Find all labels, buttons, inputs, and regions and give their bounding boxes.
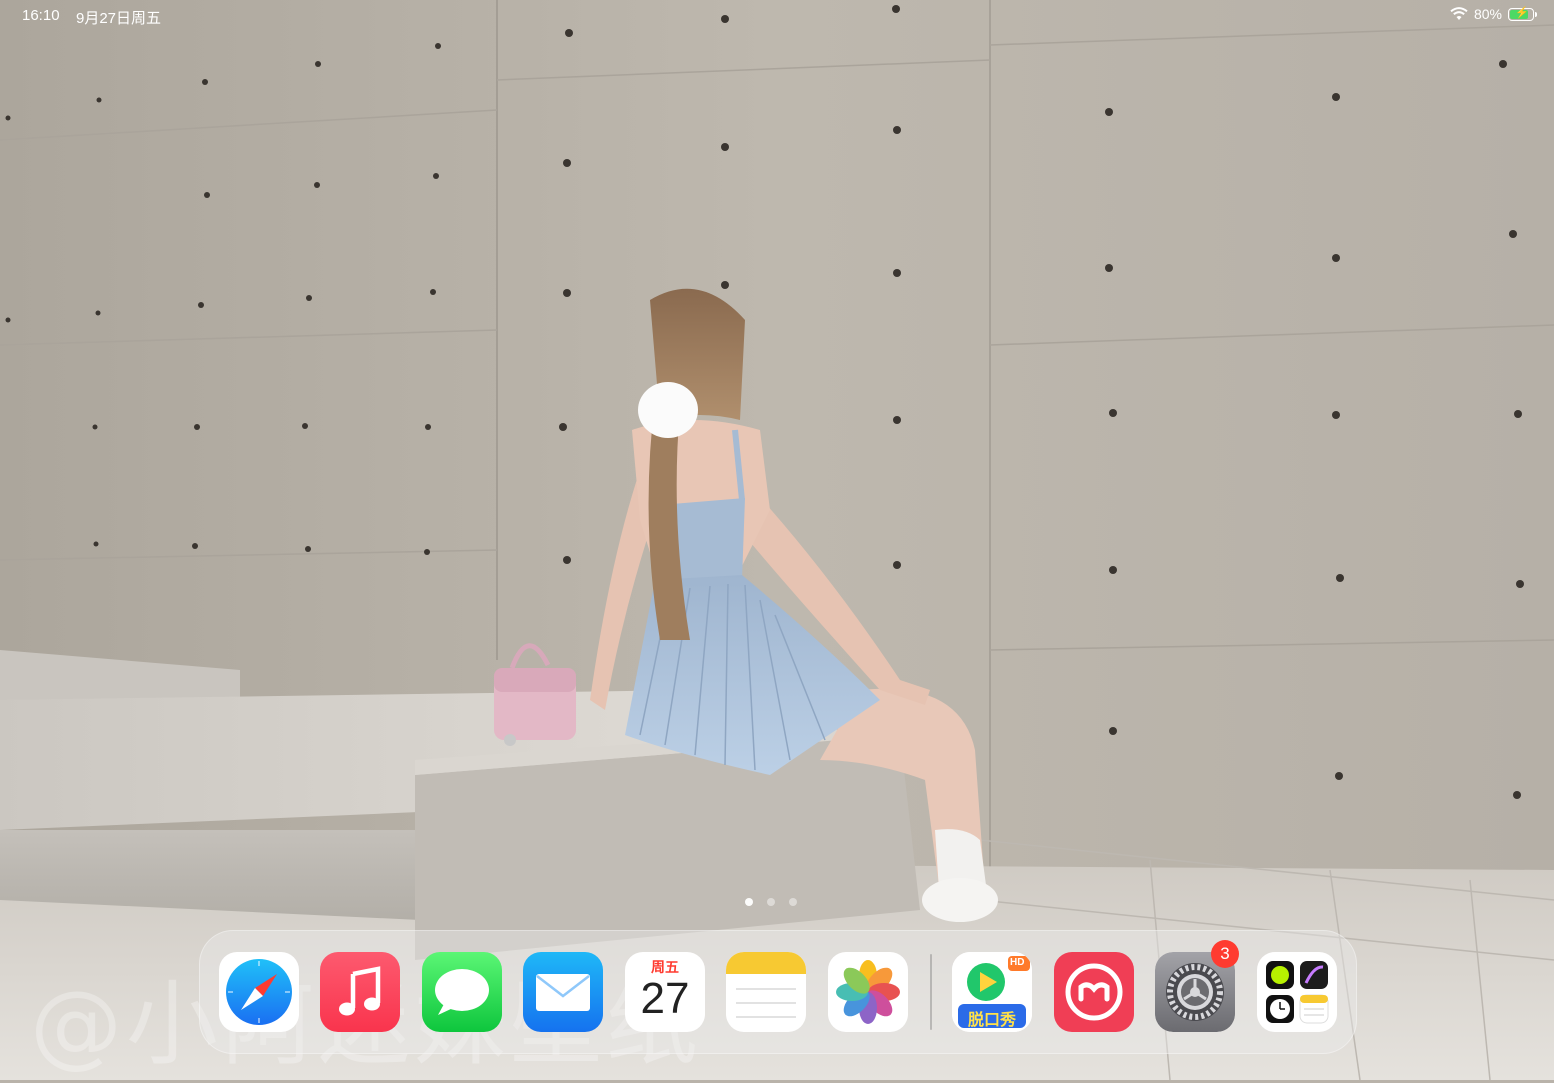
battery-charging-icon: ⚡ [1508, 6, 1537, 21]
meitu-icon [1054, 952, 1134, 1032]
dock: 周五 27 HD 脱口秀 3 [199, 930, 1357, 1054]
page-dot[interactable] [789, 898, 797, 906]
status-date: 9月27日周五 [76, 10, 162, 27]
talkshow-hd-label: HD [1010, 957, 1025, 968]
dock-divider [930, 954, 932, 1030]
dock-app-calendar[interactable]: 周五 27 [625, 952, 705, 1032]
app-library-icon [1266, 961, 1329, 1024]
page-dot[interactable] [767, 898, 775, 906]
status-time: 16:10 [22, 7, 60, 24]
speech-bubble-icon [422, 952, 502, 1032]
notes-line [736, 1016, 796, 1018]
talkshow-label: 脱口秀 [967, 1012, 1016, 1029]
compass-icon [226, 959, 292, 1025]
dock-app-safari[interactable] [219, 952, 299, 1032]
page-indicator[interactable] [745, 898, 797, 906]
settings-notification-badge: 3 [1211, 940, 1239, 968]
status-indicators: 80% ⚡ [1450, 6, 1537, 22]
dock-app-settings[interactable]: 3 [1155, 940, 1239, 1032]
dock-app-photos[interactable] [828, 952, 908, 1032]
status-bar: 16:10 9月27日周五 80% ⚡ [0, 0, 1554, 32]
battery-percent: 80% [1473, 6, 1502, 22]
notes-line [736, 988, 796, 990]
page-dot[interactable] [745, 898, 753, 906]
charging-bolt-icon: ⚡ [1515, 6, 1529, 19]
notes-icon [726, 952, 806, 974]
dock-app-music[interactable] [320, 952, 400, 1032]
dock-app-library[interactable] [1257, 952, 1337, 1032]
notes-line [736, 1002, 796, 1004]
wifi-icon [1450, 7, 1468, 20]
dock-app-mail[interactable] [523, 952, 603, 1032]
calendar-date-label: 27 [640, 974, 690, 1023]
dock-app-talkshow[interactable]: HD 脱口秀 [952, 952, 1032, 1032]
photos-flower-icon [836, 960, 900, 1024]
dock-app-messages[interactable] [422, 952, 502, 1032]
music-note-icon [320, 952, 400, 1032]
dock-app-meitu[interactable] [1054, 952, 1134, 1032]
wallpaper-image [0, 0, 1554, 1080]
dock-app-notes[interactable] [726, 952, 806, 1032]
envelope-icon [523, 952, 603, 1032]
